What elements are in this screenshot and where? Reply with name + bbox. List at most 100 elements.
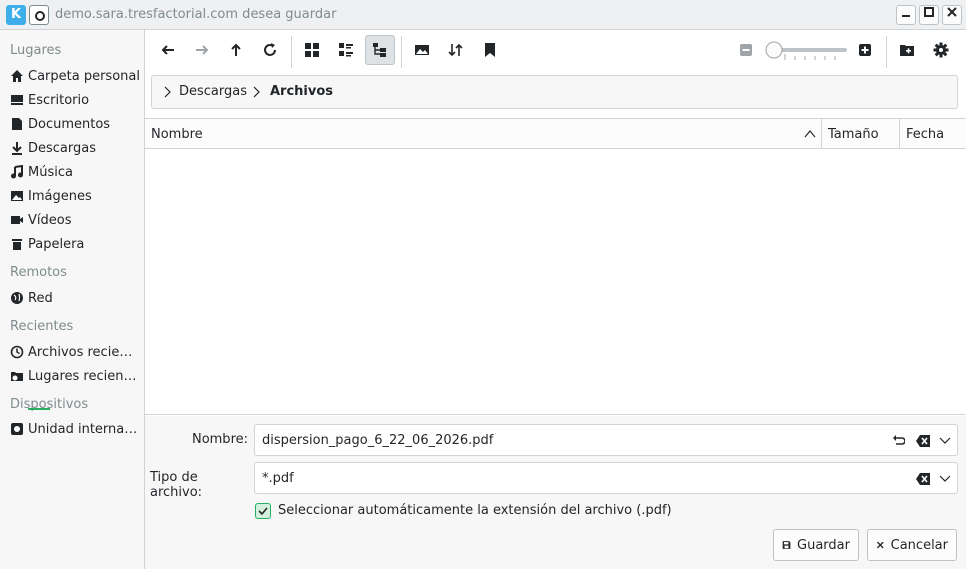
column-header-date[interactable]: Fecha <box>906 127 944 142</box>
breadcrumb-item-downloads[interactable]: Descargas <box>179 84 247 99</box>
forward-button[interactable] <box>187 35 217 65</box>
clear-text-icon[interactable] <box>915 471 931 487</box>
arrow-right-icon <box>196 45 209 55</box>
trash-icon <box>10 237 24 251</box>
filename-field[interactable]: dispersion_pago_6_22_06_2026.pdf <box>254 424 958 456</box>
sidebar-item-label: Papelera <box>28 236 85 252</box>
drive-usage-bar <box>28 408 50 410</box>
sidebar-item-home[interactable]: Carpeta personal <box>10 65 140 87</box>
filetype-value: *.pdf <box>262 471 294 486</box>
file-list[interactable] <box>145 149 966 415</box>
section-title-remote: Remotos <box>10 265 67 280</box>
sidebar-item-internal-drive[interactable]: Unidad interna ... <box>10 418 140 440</box>
undo-icon[interactable] <box>890 433 906 449</box>
chevron-down-icon[interactable] <box>937 433 953 449</box>
minimize-button[interactable] <box>896 5 916 25</box>
title-bar: K demo.sara.tresfactorial.com desea guar… <box>0 0 966 30</box>
toolbar-separator <box>401 36 402 68</box>
section-title-recent: Recientes <box>10 319 74 334</box>
bookmark-button[interactable] <box>475 35 505 65</box>
sidebar-item-recent-places[interactable]: Lugares recientes <box>10 365 140 387</box>
sidebar-item-label: Escritorio <box>28 92 90 108</box>
filetype-select[interactable]: *.pdf <box>254 462 958 494</box>
network-icon <box>10 291 24 305</box>
maximize-button[interactable] <box>919 5 939 25</box>
sidebar-item-label: Documentos <box>28 116 111 132</box>
sort-ascending-icon <box>804 130 816 138</box>
recent-folder-icon <box>10 369 24 383</box>
chevron-right-icon[interactable] <box>162 86 172 98</box>
zoom-in-button[interactable] <box>850 35 880 65</box>
options-button[interactable] <box>926 35 956 65</box>
breadcrumb: Descargas Archivos <box>151 75 958 109</box>
sidebar-item-music[interactable]: Música <box>10 161 140 183</box>
close-icon <box>947 7 957 17</box>
breadcrumb-item-current[interactable]: Archivos <box>270 84 333 99</box>
up-button[interactable] <box>221 35 251 65</box>
compact-view-button[interactable] <box>331 35 361 65</box>
chevron-right-icon[interactable] <box>251 86 261 98</box>
sidebar-item-videos[interactable]: Vídeos <box>10 209 140 231</box>
column-divider[interactable] <box>899 119 900 149</box>
file-list-header: Nombre Tamaño Fecha <box>145 118 966 149</box>
sidebar-item-network[interactable]: Red <box>10 287 140 309</box>
sidebar-item-label: Unidad interna ... <box>28 421 140 437</box>
sidebar-item-trash[interactable]: Papelera <box>10 233 140 255</box>
pin-window-icon[interactable] <box>29 5 49 25</box>
window-title: demo.sara.tresfactorial.com desea guarda… <box>55 7 337 22</box>
zoom-slider-track <box>765 41 847 60</box>
video-icon <box>10 213 24 227</box>
sidebar-item-label: Imágenes <box>28 188 92 204</box>
drive-icon <box>10 422 24 436</box>
app-icon: K <box>6 5 26 25</box>
toolbar-separator <box>886 36 887 68</box>
new-folder-button[interactable] <box>892 35 922 65</box>
save-icon <box>782 541 791 549</box>
back-button[interactable] <box>153 35 183 65</box>
filename-value[interactable]: dispersion_pago_6_22_06_2026.pdf <box>262 433 493 448</box>
home-icon <box>10 69 24 83</box>
sort-button[interactable] <box>441 35 471 65</box>
filetype-label: Tipo de archivo: <box>150 470 203 500</box>
column-header-size[interactable]: Tamaño <box>828 127 879 142</box>
preview-button[interactable] <box>407 35 437 65</box>
zoom-in-icon <box>859 44 871 56</box>
maximize-icon <box>924 7 934 17</box>
clear-text-icon[interactable] <box>915 433 931 449</box>
auto-extension-label[interactable]: Seleccionar automáticamente la extensión… <box>278 503 672 518</box>
grid-view-icon <box>305 43 319 57</box>
sidebar-item-label: Red <box>28 290 53 306</box>
chevron-down-icon[interactable] <box>937 471 953 487</box>
gear-icon <box>933 42 949 58</box>
save-button[interactable]: Guardar <box>773 529 859 561</box>
sidebar-item-documents[interactable]: Documentos <box>10 113 140 135</box>
arrow-up-icon <box>231 43 241 56</box>
tree-view-button[interactable] <box>365 35 395 65</box>
desktop-icon <box>10 93 24 107</box>
zoom-slider[interactable] <box>765 38 847 66</box>
checkmark-icon <box>258 507 268 516</box>
cancel-button-label: Cancelar <box>890 537 948 553</box>
auto-extension-checkbox[interactable] <box>255 503 271 519</box>
image-icon <box>10 189 24 203</box>
zoom-out-button[interactable] <box>731 35 761 65</box>
arrow-left-icon <box>161 45 174 55</box>
cancel-button[interactable]: Cancelar <box>867 529 957 561</box>
close-button[interactable] <box>942 5 962 25</box>
bookmark-icon <box>485 43 495 57</box>
sidebar-item-label: Lugares recientes <box>28 368 140 384</box>
sidebar-item-label: Descargas <box>28 140 97 156</box>
image-preview-icon <box>415 45 429 55</box>
column-divider[interactable] <box>821 119 822 149</box>
sidebar-item-pictures[interactable]: Imágenes <box>10 185 140 207</box>
sidebar-item-desktop[interactable]: Escritorio <box>10 89 140 111</box>
tree-view-icon <box>373 43 386 57</box>
sidebar-item-recent-files[interactable]: Archivos recientes <box>10 341 140 363</box>
sidebar-item-downloads[interactable]: Descargas <box>10 137 140 159</box>
save-button-label: Guardar <box>797 537 850 553</box>
icons-view-button[interactable] <box>297 35 327 65</box>
minimize-icon <box>902 15 910 17</box>
reload-button[interactable] <box>255 35 285 65</box>
sidebar-item-label: Carpeta personal <box>28 68 140 84</box>
column-header-name[interactable]: Nombre <box>151 127 203 142</box>
